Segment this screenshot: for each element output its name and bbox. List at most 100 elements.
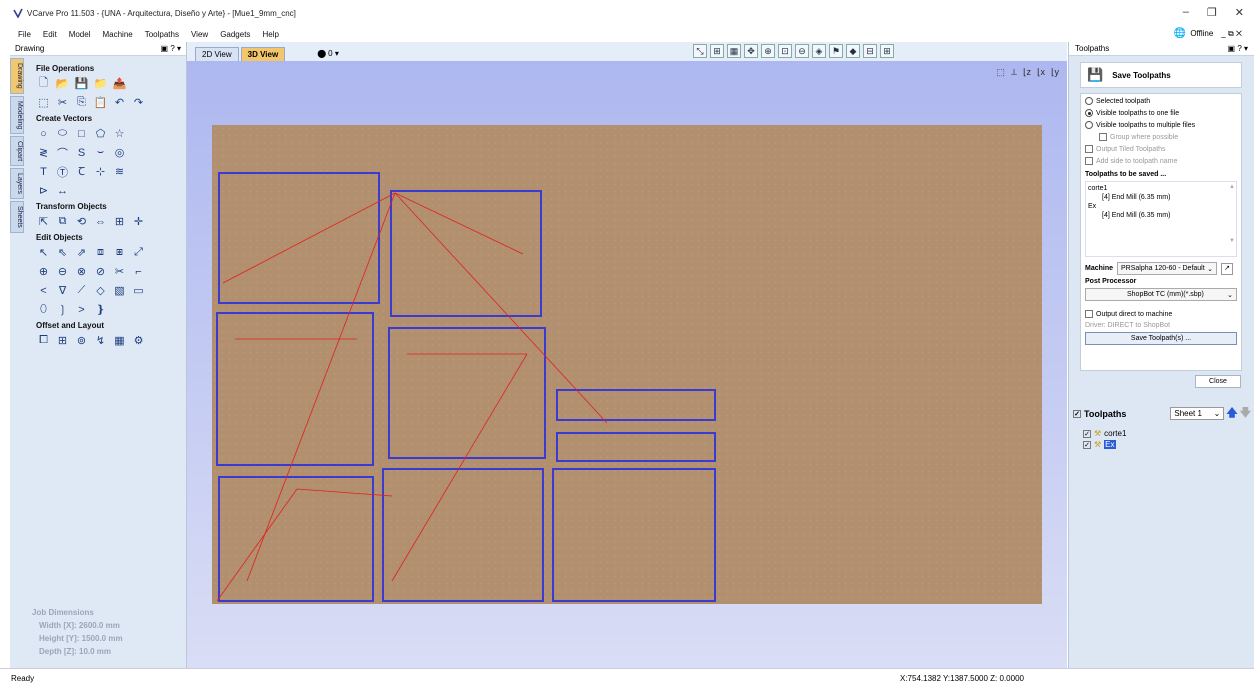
checkbox-icon[interactable]: ✓ [1083, 440, 1091, 449]
image-trace-icon[interactable]: ▧ [112, 283, 127, 298]
circular-array-icon[interactable]: ⊚ [74, 333, 89, 348]
checkbox-icon[interactable] [1099, 133, 1107, 141]
tab-layers[interactable]: Layers [10, 168, 24, 200]
checkbox-icon[interactable] [1085, 145, 1093, 153]
chamfer-icon[interactable]: ∇ [55, 283, 70, 298]
zoom-box-icon[interactable]: ⊡ [778, 44, 792, 58]
machine-config-icon[interactable]: ↗ [1221, 262, 1234, 275]
option-visible-one-file[interactable]: Visible toolpaths to one file [1085, 109, 1237, 117]
bezier-icon[interactable]: ⌣ [93, 145, 108, 160]
menu-model[interactable]: Model [63, 30, 97, 39]
radio-icon[interactable] [1085, 97, 1093, 105]
maximize-button[interactable]: ❐ [1207, 6, 1217, 19]
menu-gadgets[interactable]: Gadgets [214, 30, 256, 39]
split-horizontal-icon[interactable]: ⊟ [863, 44, 877, 58]
menu-toolpaths[interactable]: Toolpaths [139, 30, 185, 39]
zoom-out-icon[interactable]: ⊖ [795, 44, 809, 58]
paste-icon[interactable]: 📋 [93, 95, 108, 110]
option-visible-multiple-files[interactable]: Visible toolpaths to multiple files [1085, 121, 1237, 129]
align-icon[interactable]: ⊞ [112, 214, 127, 229]
pan-icon[interactable]: ✥ [744, 44, 758, 58]
split-vertical-icon[interactable]: ⊞ [880, 44, 894, 58]
sheet-select[interactable]: Sheet 1 ⌄ [1170, 407, 1225, 420]
minimize-button[interactable]: – [1183, 6, 1189, 19]
zoom-extents-icon[interactable]: ⤡ [693, 44, 707, 58]
panel-pin-icons[interactable]: ▣ ? ▾ [161, 44, 181, 53]
polygon-icon[interactable]: ⬠ [93, 126, 108, 141]
smart-snap-icon[interactable]: ⤢ [131, 245, 146, 260]
undo-icon[interactable]: ↶ [112, 95, 127, 110]
menu-help[interactable]: Help [256, 30, 284, 39]
curve-fit-icon[interactable]: ⬯ [36, 302, 51, 317]
star-icon[interactable]: ☆ [112, 126, 127, 141]
checkbox-icon[interactable] [1085, 157, 1093, 165]
ungroup-icon[interactable]: ⧆ [112, 245, 127, 260]
move-up-icon[interactable]: 🡅 [1226, 404, 1237, 423]
subtract-icon[interactable]: ⊖ [55, 264, 70, 279]
import-icon[interactable]: 📁 [93, 76, 108, 91]
job-setup-icon[interactable]: ⬚ [36, 95, 51, 110]
circle-icon[interactable]: ○ [36, 126, 51, 141]
draw-tool-icon[interactable]: ⊳ [36, 183, 51, 198]
text-frame-icon[interactable]: Ⓣ [55, 164, 70, 179]
copy-along-icon[interactable]: ↯ [93, 333, 108, 348]
checkbox-icon[interactable]: ✓ [1083, 429, 1091, 438]
move-icon[interactable]: ⇱ [36, 214, 51, 229]
new-file-icon[interactable]: 🗋 [36, 76, 51, 91]
spiral-icon[interactable]: ◎ [112, 145, 127, 160]
cut-icon[interactable]: ✂ [55, 95, 70, 110]
select-icon[interactable]: ↖ [36, 245, 51, 260]
radio-icon[interactable] [1085, 121, 1093, 129]
menu-view[interactable]: View [185, 30, 214, 39]
weld-icon[interactable]: ⊕ [36, 264, 51, 279]
nesting-icon[interactable]: ▦ [112, 333, 127, 348]
menu-edit[interactable]: Edit [37, 30, 63, 39]
close-vector-icon[interactable]: ❳ [55, 302, 70, 317]
arc-icon[interactable]: ⌒ [55, 145, 70, 160]
array-copy-icon[interactable]: ⊞ [55, 333, 70, 348]
offset-icon[interactable]: ⧠ [36, 333, 51, 348]
panel-pin-icons[interactable]: ▣ ? ▾ [1228, 44, 1248, 53]
radio-checked-icon[interactable] [1085, 109, 1093, 117]
join-icon[interactable]: < [36, 283, 51, 298]
fillet-icon[interactable]: ⌐ [131, 264, 146, 279]
tab-drawing[interactable]: Drawing [10, 58, 24, 94]
material-icon[interactable]: ◆ [846, 44, 860, 58]
measure-icon[interactable]: ↔ [55, 183, 70, 198]
tiling-icon[interactable]: ⚙ [131, 333, 146, 348]
import-bitmap-icon[interactable]: 📤 [112, 76, 127, 91]
tab-clipart[interactable]: Clipart [10, 136, 24, 167]
menu-machine[interactable]: Machine [96, 30, 138, 39]
scissors-icon[interactable]: ✂ [112, 264, 127, 279]
tab-modeling[interactable]: Modeling [10, 95, 24, 135]
snap-grid-icon[interactable]: ⊞ [710, 44, 724, 58]
arrow-right-icon[interactable]: > [74, 302, 89, 317]
extend-icon[interactable]: ⟋ [74, 283, 89, 298]
close-button[interactable]: Close [1195, 375, 1241, 388]
text-on-curve-icon[interactable]: Ꞇ [74, 164, 89, 179]
move-down-icon[interactable]: 🡇 [1240, 404, 1251, 423]
tab-3d-view[interactable]: 3D View [240, 47, 286, 61]
shading-icon[interactable]: ◈ [812, 44, 826, 58]
option-tiled-toolpaths[interactable]: Output Tiled Toolpaths [1085, 145, 1237, 153]
rectangle-icon[interactable]: □ [74, 126, 89, 141]
intersect-icon[interactable]: ⊗ [74, 264, 89, 279]
mdi-controls[interactable]: _ ⧉ ✕ [1221, 29, 1242, 39]
dimension-icon[interactable]: ⊹ [93, 164, 108, 179]
layer-indicator[interactable]: ⬤ 0 ▾ [317, 49, 339, 58]
machine-select[interactable]: PRSalpha 120-60 - Default ⌄ [1117, 262, 1218, 275]
rotate-icon[interactable]: ⟲ [74, 214, 89, 229]
redo-icon[interactable]: ↷ [131, 95, 146, 110]
dogbone-icon[interactable]: ◇ [93, 283, 108, 298]
open-file-icon[interactable]: 📂 [55, 76, 70, 91]
option-add-side[interactable]: Add side to toolpath name [1085, 157, 1237, 165]
center-icon[interactable]: ✛ [131, 214, 146, 229]
3d-viewport[interactable]: ⬚ ⟂ ⌊z ⌊x ⌊y [187, 61, 1067, 668]
save-toolpaths-button[interactable]: Save Toolpath(s) ... [1085, 332, 1237, 345]
list-scrollbar[interactable]: ▲ ▼ [1229, 183, 1235, 255]
toolpath-item-corte1[interactable]: ✓ ⚒ corte1 [1083, 429, 1251, 438]
option-output-direct[interactable]: Output direct to machine [1085, 310, 1237, 318]
save-icon[interactable]: 💾 [74, 76, 89, 91]
offline-status[interactable]: 🌐 Offline _ ⧉ ✕ [1174, 28, 1242, 39]
post-processor-select[interactable]: ShopBot TC (mm)(*.sbp) ⌄ [1085, 288, 1237, 301]
